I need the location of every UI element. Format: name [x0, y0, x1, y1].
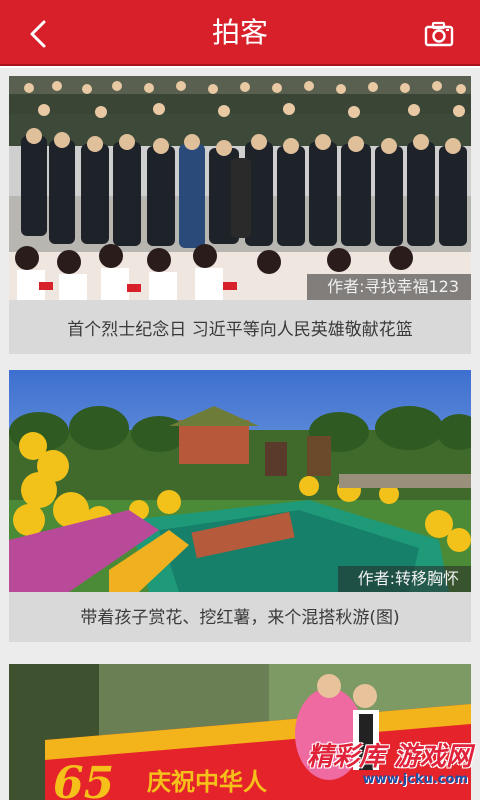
- ceremony-photo: [9, 76, 471, 300]
- author-label: 作者:寻找幸福123: [307, 274, 471, 300]
- camera-icon: [424, 21, 454, 47]
- camera-button[interactable]: [420, 18, 458, 50]
- photo-feed[interactable]: 作者:寻找幸福123 首个烈士纪念日 习近平等向人民英雄敬献花篮 作者:转移胸怀…: [0, 68, 480, 800]
- banner-number: 65: [53, 758, 114, 800]
- feed-photo[interactable]: [9, 76, 471, 300]
- feed-card[interactable]: 作者:寻找幸福123 首个烈士纪念日 习近平等向人民英雄敬献花篮: [9, 76, 471, 354]
- author-label: 作者:转移胸怀: [337, 566, 471, 592]
- app-header: 拍客: [0, 0, 480, 66]
- banner-text: 庆祝中华人: [147, 768, 267, 796]
- site-watermark: 精彩库 游戏网 www.jcku.com: [276, 742, 472, 794]
- page-title: 拍客: [211, 16, 268, 49]
- flower-garden-photo: [9, 370, 471, 592]
- photo-caption[interactable]: 首个烈士纪念日 习近平等向人民英雄敬献花篮: [9, 306, 471, 354]
- watermark-title: 精彩库 游戏网: [306, 742, 472, 772]
- feed-card[interactable]: 作者:转移胸怀 带着孩子赏花、挖红薯，来个混搭秋游(图): [9, 370, 471, 642]
- photo-caption[interactable]: 带着孩子赏花、挖红薯，来个混搭秋游(图): [9, 594, 471, 642]
- watermark-url: www.jcku.com: [362, 772, 468, 787]
- feed-photo[interactable]: [9, 370, 471, 592]
